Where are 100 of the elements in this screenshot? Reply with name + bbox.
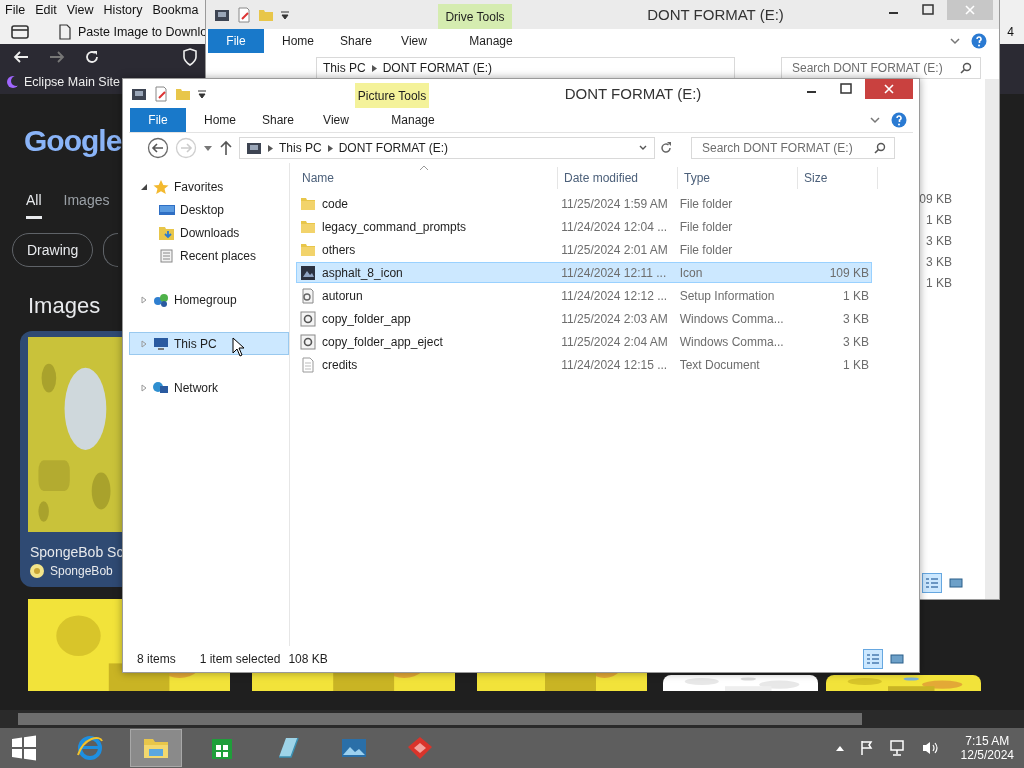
search-field[interactable]: Search DONT FORMAT (E:) bbox=[691, 137, 895, 159]
file-row[interactable]: credits 11/24/2024 12:15 ... Text Document 1 KB bbox=[296, 354, 872, 375]
dropdown-icon[interactable] bbox=[197, 88, 207, 99]
context-tab[interactable]: Drive Tools bbox=[438, 4, 512, 29]
up-icon[interactable] bbox=[219, 140, 233, 156]
file-row[interactable]: copy_folder_app 11/25/2024 2:03 AM Windows Comma... 3 KB bbox=[296, 308, 872, 329]
search-icon[interactable] bbox=[874, 142, 886, 154]
details-view-button[interactable] bbox=[863, 649, 883, 669]
clock[interactable]: 7:15 AM 12/5/2024 bbox=[960, 734, 1014, 762]
menu-item[interactable]: Edit bbox=[35, 3, 57, 17]
collapsed-arrow-icon[interactable] bbox=[140, 295, 148, 304]
menu-item[interactable]: Bookma bbox=[152, 3, 199, 17]
volume-icon[interactable] bbox=[920, 740, 939, 756]
close-icon[interactable] bbox=[865, 79, 913, 99]
menu-item[interactable]: View bbox=[66, 3, 94, 17]
file-row[interactable]: copy_folder_app_eject 11/25/2024 2:04 AM Windows Comma... 3 KB bbox=[296, 331, 872, 352]
breadcrumb-arrow-icon[interactable] bbox=[327, 144, 333, 152]
ribbon-tab[interactable]: View bbox=[390, 34, 438, 48]
nav-item[interactable]: Homegroup bbox=[129, 288, 289, 311]
nav-label: Recent places bbox=[180, 248, 257, 263]
image-icon bbox=[949, 577, 963, 589]
window-title: DONT FORMAT (E:) bbox=[563, 84, 703, 104]
nav-label: This PC bbox=[174, 336, 217, 351]
flag-icon[interactable] bbox=[858, 740, 875, 756]
size-cell: 1 KB bbox=[843, 288, 869, 303]
ribbon-tab[interactable]: Share bbox=[332, 34, 380, 48]
start-button[interactable] bbox=[10, 734, 38, 762]
menu-item[interactable]: History bbox=[103, 3, 143, 17]
nav-item[interactable]: Favorites bbox=[129, 175, 289, 198]
expanded-arrow-icon[interactable] bbox=[140, 182, 148, 191]
file-row[interactable]: legacy_command_prompts 11/24/2024 12:04 ... File folder bbox=[296, 216, 872, 237]
nav-label: Downloads bbox=[180, 225, 240, 240]
column-header[interactable]: Date modified bbox=[558, 167, 678, 189]
search-tab[interactable]: Images bbox=[63, 192, 110, 219]
reload-icon[interactable] bbox=[84, 49, 100, 65]
column-header[interactable]: Size bbox=[798, 167, 878, 189]
ribbon-tab[interactable]: View bbox=[312, 113, 360, 127]
forward-icon[interactable] bbox=[48, 49, 66, 65]
network-icon[interactable] bbox=[888, 740, 907, 756]
ribbon-tab[interactable]: Manage bbox=[376, 113, 450, 127]
bookmark-link[interactable]: Eclipse Main Site bbox=[24, 75, 120, 89]
breadcrumb-arrow-icon[interactable] bbox=[268, 144, 273, 152]
logo[interactable]: Google bbox=[24, 124, 122, 158]
file-row[interactable]: asphalt_8_icon 11/24/2024 12:11 ... Icon 109 KB bbox=[296, 262, 872, 283]
show-hidden-icons[interactable] bbox=[834, 744, 845, 752]
ribbon-tab[interactable]: Manage bbox=[454, 34, 528, 48]
breadcrumb[interactable]: DONT FORMAT (E:) bbox=[338, 141, 449, 155]
drive-icon bbox=[246, 140, 262, 156]
dropdown-icon[interactable] bbox=[280, 9, 290, 20]
tab-count: 4 bbox=[1007, 25, 1014, 39]
file-row[interactable]: others 11/25/2024 2:01 AM File folder bbox=[296, 239, 872, 260]
search-field[interactable]: Search DONT FORMAT (E:) bbox=[781, 57, 981, 79]
recent-locations-icon[interactable] bbox=[203, 143, 213, 153]
context-tab[interactable]: Picture Tools bbox=[355, 83, 429, 108]
nav-item[interactable]: This PC bbox=[129, 332, 289, 355]
file-row[interactable]: code 11/25/2024 1:59 AM File folder bbox=[296, 193, 872, 214]
file-row[interactable]: autorun 11/24/2024 12:12 ... Setup Information 1 KB bbox=[296, 285, 872, 306]
moon-icon bbox=[7, 75, 19, 89]
result-title[interactable]: SpongeBob Sc bbox=[30, 544, 124, 560]
breadcrumb[interactable]: This PC bbox=[279, 141, 322, 155]
collapsed-arrow-icon[interactable] bbox=[140, 383, 148, 392]
chevron-icon[interactable] bbox=[949, 36, 961, 46]
result-card[interactable]: SpongeBob Sc SpongeBob bbox=[20, 331, 122, 587]
search-icon[interactable] bbox=[960, 62, 972, 74]
column-header[interactable]: Type bbox=[678, 167, 798, 189]
shield-icon[interactable] bbox=[182, 48, 198, 66]
nav-item[interactable]: Network bbox=[129, 376, 289, 399]
column-header[interactable]: Name bbox=[296, 167, 558, 189]
date-cell-text: 11/25/2024 2:03 AM bbox=[560, 311, 669, 326]
address-bar[interactable]: This PC DONT FORMAT (E:) bbox=[316, 57, 735, 79]
menu-item[interactable]: File bbox=[5, 3, 26, 17]
breadcrumb-arrow-icon[interactable] bbox=[371, 64, 377, 72]
type-cell-text: Icon bbox=[678, 265, 704, 280]
file-name: autorun bbox=[322, 288, 363, 303]
star-icon bbox=[152, 178, 170, 195]
ribbon-tab[interactable]: Home bbox=[196, 113, 244, 127]
nav-item[interactable]: Desktop bbox=[129, 198, 289, 221]
back-icon[interactable] bbox=[147, 137, 169, 159]
back-icon[interactable] bbox=[12, 49, 30, 65]
type-cell-text: File folder bbox=[678, 219, 734, 234]
ribbon-tab[interactable]: Share bbox=[254, 113, 302, 127]
tray-icon[interactable] bbox=[10, 24, 30, 40]
help-icon[interactable] bbox=[971, 33, 987, 49]
horizontal-scrollbar[interactable] bbox=[0, 710, 1024, 728]
section-title: Images bbox=[28, 293, 101, 319]
address-bar[interactable]: This PC DONT FORMAT (E:) bbox=[239, 137, 655, 159]
breadcrumb[interactable]: DONT FORMAT (E:) bbox=[382, 61, 493, 75]
chevron-icon[interactable] bbox=[869, 115, 881, 125]
size-cell: 3 KB bbox=[843, 311, 869, 326]
properties-icon[interactable] bbox=[236, 6, 252, 23]
help-icon[interactable] bbox=[891, 112, 907, 128]
properties-icon[interactable] bbox=[153, 85, 169, 102]
search-tab[interactable]: All bbox=[26, 192, 42, 219]
ribbon-tab[interactable]: Home bbox=[274, 34, 322, 48]
breadcrumb[interactable]: This PC bbox=[323, 61, 366, 75]
type-cell-text: Windows Comma... bbox=[678, 334, 785, 349]
nav-item[interactable]: Recent places bbox=[129, 244, 289, 267]
details-view-button[interactable] bbox=[922, 573, 942, 593]
folder-icon bbox=[300, 242, 316, 257]
nav-item[interactable]: Downloads bbox=[129, 221, 289, 244]
